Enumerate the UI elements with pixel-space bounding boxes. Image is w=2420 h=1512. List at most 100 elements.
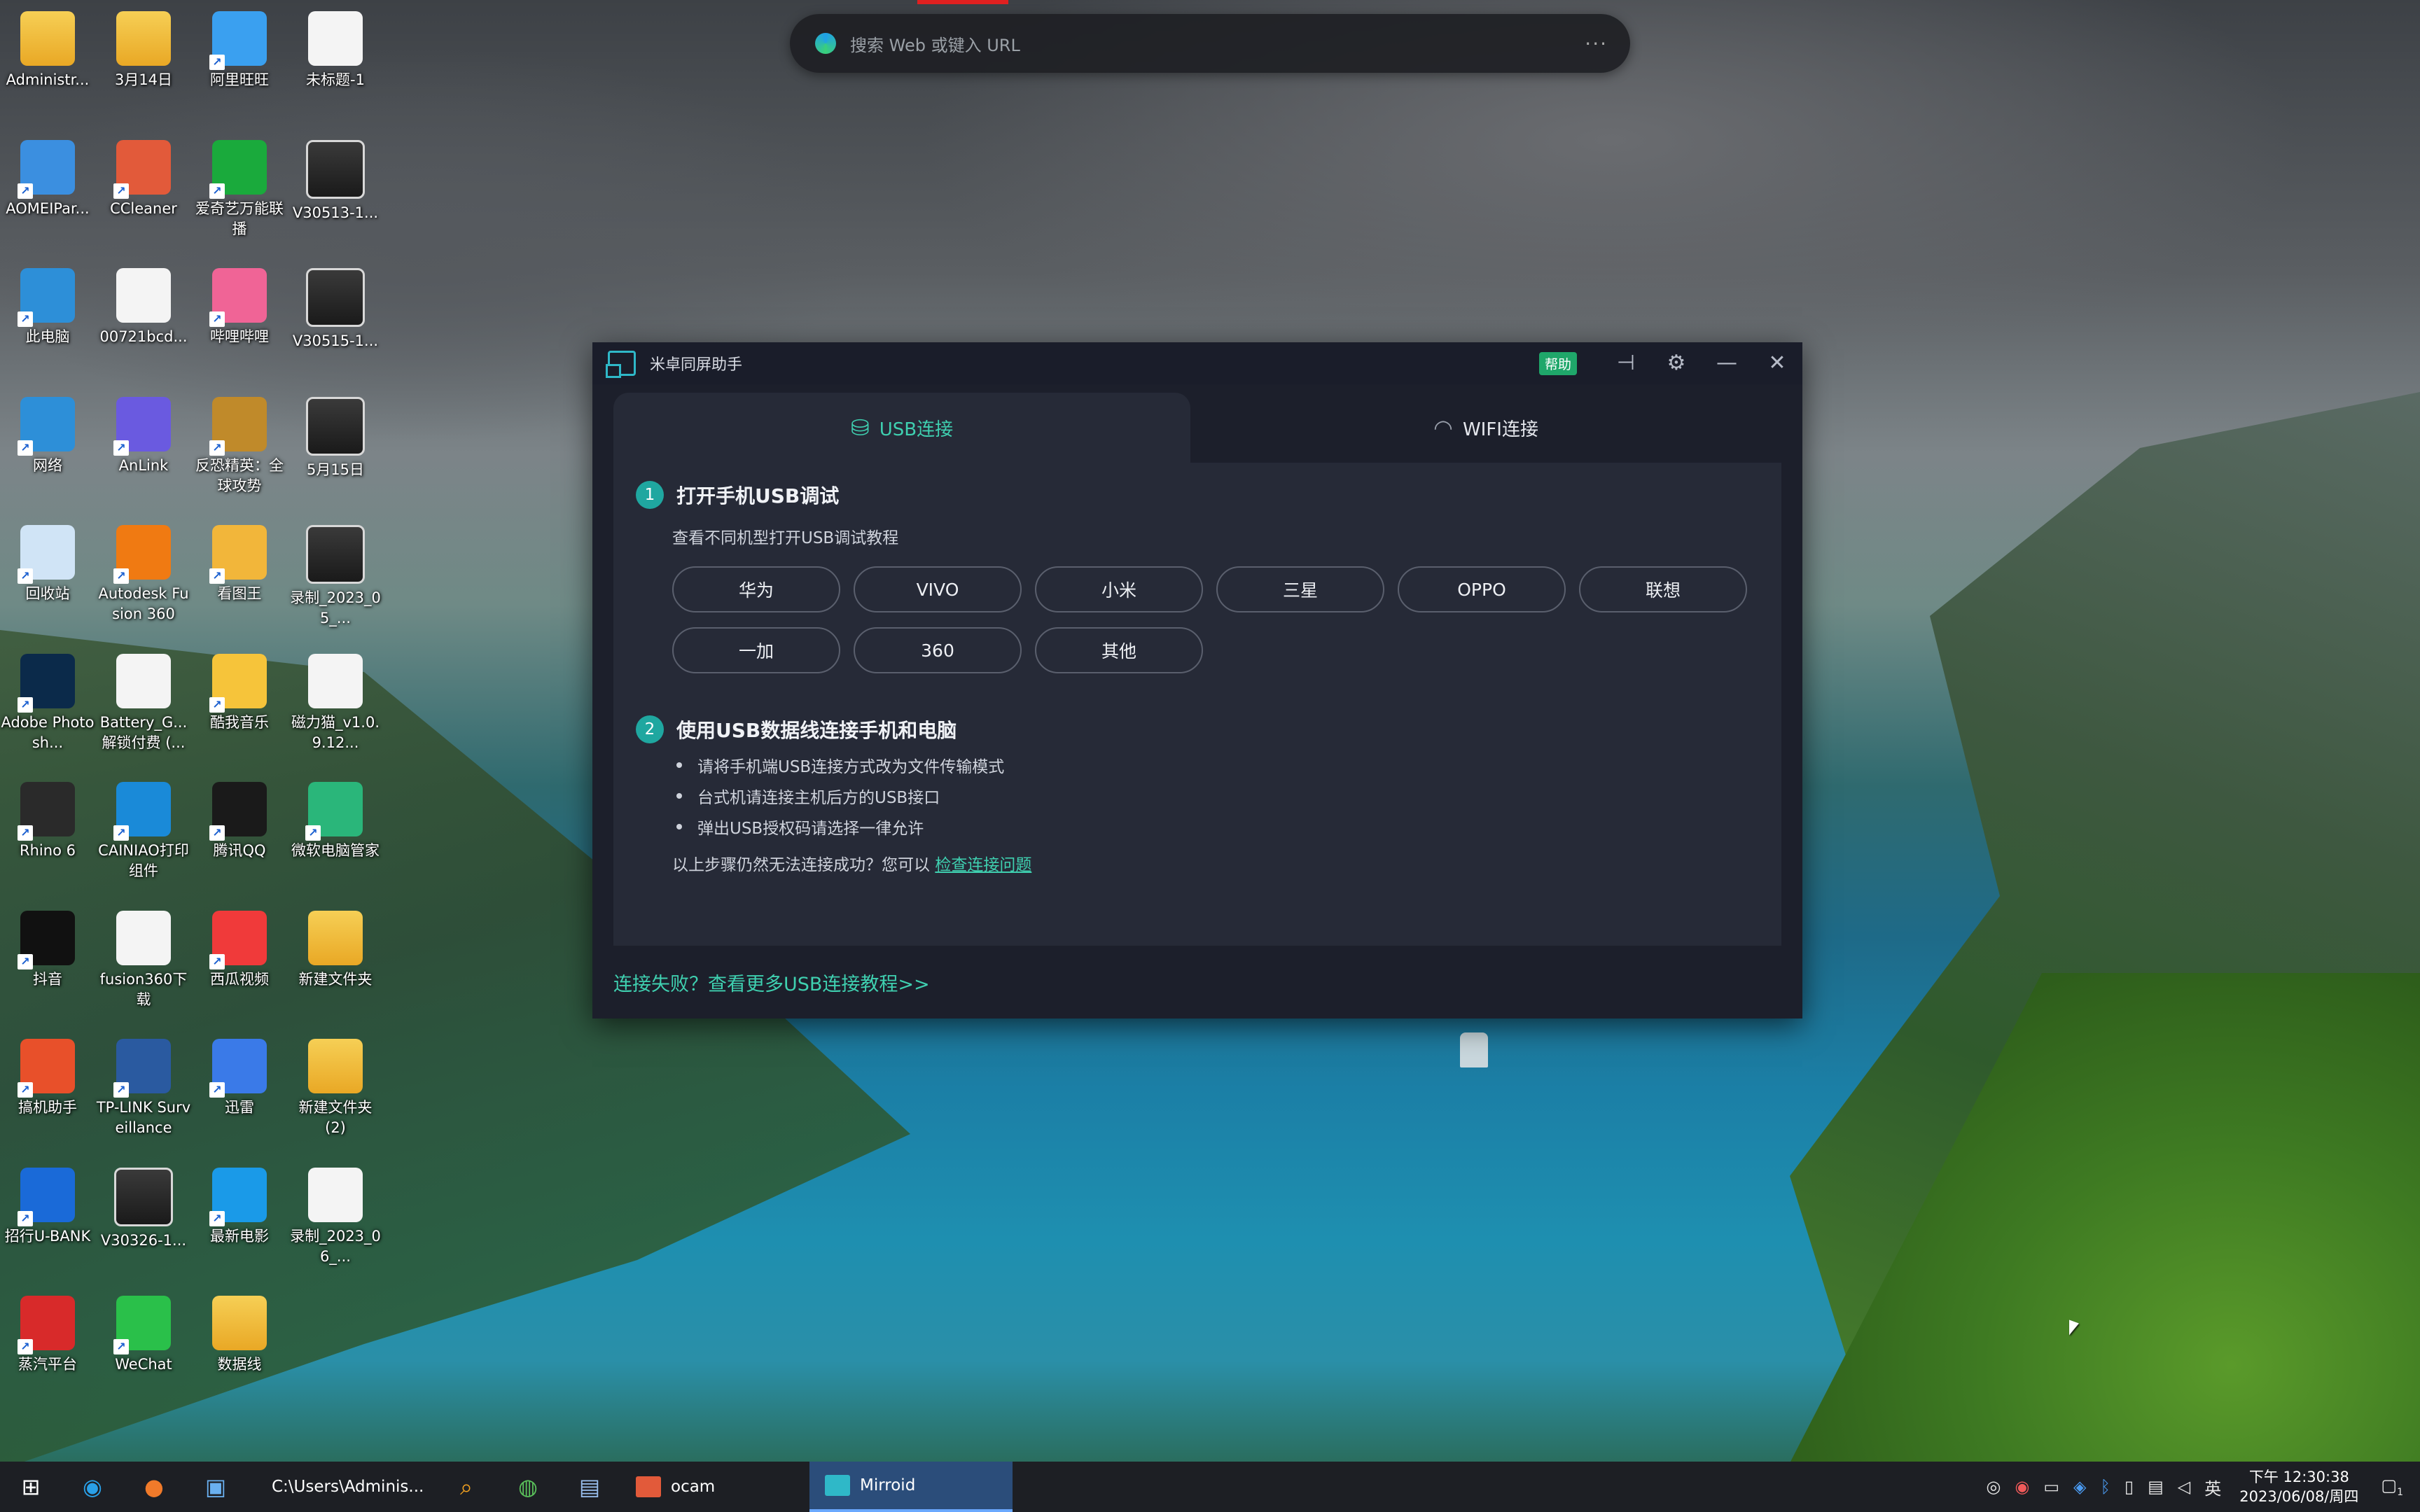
app-icon (18, 653, 75, 713)
desktop-icon[interactable]: Adobe Photosh... (0, 650, 95, 753)
desktop-icon[interactable]: 新建文件夹 (2) (288, 1035, 383, 1138)
desktop-icon[interactable]: 网络 (0, 393, 95, 476)
desktop-icon[interactable]: 酷我音乐 (192, 650, 287, 733)
app-icon (113, 1296, 171, 1354)
desktop-icon-label: 搞机助手 (18, 1099, 77, 1116)
desktop-icon[interactable]: 搞机助手 (0, 1035, 95, 1118)
brand-button[interactable]: 360 (854, 627, 1022, 673)
desktop-icon[interactable]: fusion360下载 (96, 906, 191, 1010)
more-usb-tutorials-link[interactable]: 连接失败？查看更多USB连接教程>> (613, 969, 930, 996)
desktop-icon[interactable]: 看图王 (192, 521, 287, 604)
app-icon (18, 525, 75, 584)
desktop-icon[interactable]: Rhino 6 (0, 778, 95, 861)
display-tray-icon[interactable]: ▭ (2043, 1477, 2059, 1497)
taskbar-app[interactable]: ocam (620, 1462, 809, 1512)
taskbar-app[interactable]: Mirroid (809, 1462, 1013, 1512)
taskbar-app[interactable]: C:\Users\Adminis... (246, 1462, 436, 1512)
help-button[interactable]: 帮助 (1538, 351, 1577, 375)
desktop-icon[interactable]: AnLink (96, 393, 191, 476)
desktop-icon-label: 西瓜视频 (210, 970, 269, 988)
desktop-icon[interactable]: 录制_2023_06_... (288, 1163, 383, 1267)
usb-tray-icon[interactable]: ▯ (2125, 1477, 2134, 1497)
desktop-icon[interactable]: 反恐精英：全球攻势 (192, 393, 287, 496)
more-options-icon[interactable]: ··· (1585, 32, 1608, 55)
desktop-icon[interactable]: CCleaner (96, 136, 191, 219)
desktop-icon[interactable]: 西瓜视频 (192, 906, 287, 990)
window-titlebar[interactable]: 米卓同屏助手 帮助 ⊣ ⚙ — ✕ (592, 342, 1802, 384)
record-tray-icon[interactable]: ◉ (2015, 1477, 2029, 1497)
desktop-icon[interactable]: 00721bcd... (96, 264, 191, 347)
brand-button[interactable]: 小米 (1035, 566, 1203, 612)
brand-button[interactable]: VIVO (854, 566, 1022, 612)
edge-taskbar-icon[interactable]: ◉ (62, 1462, 123, 1512)
tab-wifi[interactable]: ◠ WIFI连接 (1190, 393, 1781, 463)
desktop-icon[interactable]: CAINIAO打印组件 (96, 778, 191, 881)
desktop-icon-label: Adobe Photosh... (1, 713, 95, 751)
brand-button[interactable]: 华为 (672, 566, 840, 612)
remote-desktop-icon[interactable]: ▣ (185, 1462, 246, 1512)
app-icon (18, 268, 75, 327)
app-logo-icon (606, 351, 636, 378)
edge-tray-icon[interactable]: ◎ (1986, 1477, 2001, 1497)
desktop-icon[interactable]: 数据线 (192, 1292, 287, 1375)
start-windows-icon[interactable]: ⊞ (0, 1462, 62, 1512)
brand-button[interactable]: OPPO (1398, 566, 1566, 612)
desktop-icon[interactable]: TP-LINK Surveillance (96, 1035, 191, 1138)
desktop-icon[interactable]: 抖音 (0, 906, 95, 990)
browser-taskbar-icon[interactable]: ◍ (497, 1462, 559, 1512)
notification-icon[interactable]: ▢1 (2381, 1476, 2403, 1498)
browser-search-bar[interactable]: 搜索 Web 或键入 URL ··· (790, 14, 1630, 73)
desktop-icon[interactable]: Battery_G... 解锁付费 (... (96, 650, 191, 753)
desktop-icon[interactable]: 此电脑 (0, 264, 95, 347)
close-icon[interactable]: ✕ (1752, 342, 1802, 384)
desktop-icon[interactable]: V30515-1... (288, 264, 383, 351)
step-1-number: 1 (636, 481, 664, 509)
desktop-icon[interactable]: V30326-1... (96, 1163, 191, 1251)
desktop-icon-label: 新建文件夹 (2) (298, 1099, 373, 1136)
settings-gear-icon[interactable]: ⚙ (1651, 342, 1702, 384)
desktop-icon[interactable]: 回收站 (0, 521, 95, 604)
network-icon[interactable]: ▤ (2148, 1477, 2164, 1497)
app-taskbar-icon[interactable]: ▤ (559, 1462, 620, 1512)
desktop-icon[interactable]: 招行U-BANK (0, 1163, 95, 1247)
brand-button[interactable]: 三星 (1216, 566, 1384, 612)
desktop-icon[interactable]: 未标题-1 (288, 7, 383, 90)
app-icon (209, 268, 267, 327)
desktop-icon[interactable]: 迅雷 (192, 1035, 287, 1118)
app-icon (18, 396, 75, 456)
search-taskbar-icon[interactable]: ⌕ (436, 1462, 497, 1512)
desktop-icon[interactable]: 哔哩哔哩 (192, 264, 287, 347)
brand-button[interactable]: 联想 (1579, 566, 1747, 612)
browser-search-input[interactable]: 搜索 Web 或键入 URL (850, 31, 1585, 56)
pin-icon[interactable]: ⊣ (1601, 342, 1651, 384)
shield-tray-icon[interactable]: ◈ (2073, 1477, 2086, 1497)
desktop-icon[interactable]: 腾讯QQ (192, 778, 287, 861)
desktop-icon[interactable]: 5月15日 (288, 393, 383, 480)
firefox-icon[interactable]: ● (123, 1462, 185, 1512)
bluetooth-icon[interactable]: ᛒ (2100, 1477, 2110, 1497)
brand-button[interactable]: 其他 (1035, 627, 1203, 673)
window-title: 米卓同屏助手 (650, 356, 743, 374)
brand-button[interactable]: 一加 (672, 627, 840, 673)
taskbar-clock[interactable]: 下午 12:30:38 2023/06/08/周四 (2239, 1467, 2358, 1506)
check-connection-link[interactable]: 检查连接问题 (935, 856, 1031, 874)
desktop-icon[interactable]: 3月14日 (96, 7, 191, 90)
desktop-icon[interactable]: 新建文件夹 (288, 906, 383, 990)
desktop-icon[interactable]: AOMEIPar... (0, 136, 95, 219)
app-icon (18, 1039, 75, 1098)
tab-usb[interactable]: ⛁ USB连接 (613, 393, 1190, 463)
desktop-icon[interactable]: 微软电脑管家 (288, 778, 383, 861)
desktop-icon[interactable]: V30513-1... (288, 136, 383, 223)
desktop-icon[interactable]: WeChat (96, 1292, 191, 1375)
desktop-icon[interactable]: Administr... (0, 7, 95, 90)
desktop-icon[interactable]: 录制_2023_05_... (288, 521, 383, 629)
desktop-icon[interactable]: 最新电影 (192, 1163, 287, 1247)
minimize-icon[interactable]: — (1702, 342, 1752, 384)
desktop-icon[interactable]: Autodesk Fusion 360 (96, 521, 191, 624)
desktop-icon[interactable]: 爱奇艺万能联播 (192, 136, 287, 239)
desktop-icon[interactable]: 蒸汽平台 (0, 1292, 95, 1375)
desktop-icon[interactable]: 磁力猫_v1.0.9.12... (288, 650, 383, 753)
ime-indicator[interactable]: 英 (2204, 1475, 2221, 1499)
desktop-icon[interactable]: 阿里旺旺 (192, 7, 287, 90)
volume-icon[interactable]: ◁ (2178, 1477, 2190, 1497)
